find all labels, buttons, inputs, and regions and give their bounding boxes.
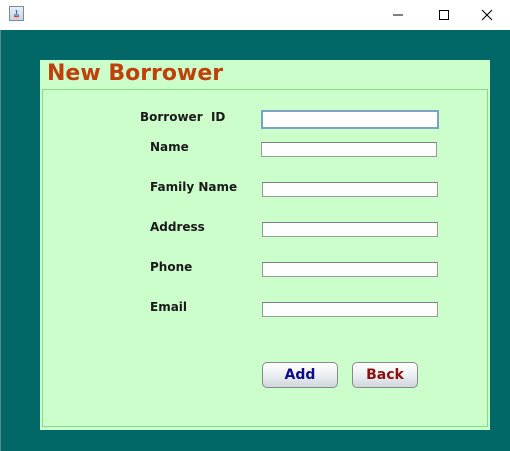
family-name-input[interactable] xyxy=(262,182,438,197)
address-input[interactable] xyxy=(262,222,438,237)
maximize-icon xyxy=(439,10,449,20)
borrower-id-label: Borrower ID xyxy=(140,110,226,124)
java-app-icon[interactable] xyxy=(9,6,24,21)
family-name-label: Family Name xyxy=(150,180,238,194)
add-button[interactable]: Add xyxy=(262,362,338,388)
back-button[interactable]: Back xyxy=(352,362,418,388)
maximize-button[interactable] xyxy=(421,0,467,30)
window-titlebar xyxy=(0,0,510,30)
close-button[interactable] xyxy=(464,0,510,30)
email-input[interactable] xyxy=(262,302,438,317)
phone-label: Phone xyxy=(150,260,193,274)
minimize-button[interactable] xyxy=(375,0,421,30)
minimize-icon xyxy=(393,14,403,16)
borrower-id-input[interactable] xyxy=(261,110,439,129)
panel-title: New Borrower xyxy=(47,61,224,86)
close-icon xyxy=(481,9,493,21)
phone-input[interactable] xyxy=(262,262,438,277)
name-input[interactable] xyxy=(261,142,437,157)
name-label: Name xyxy=(150,140,189,154)
address-label: Address xyxy=(150,220,205,234)
window-edge xyxy=(0,30,1,451)
email-label: Email xyxy=(150,300,188,314)
